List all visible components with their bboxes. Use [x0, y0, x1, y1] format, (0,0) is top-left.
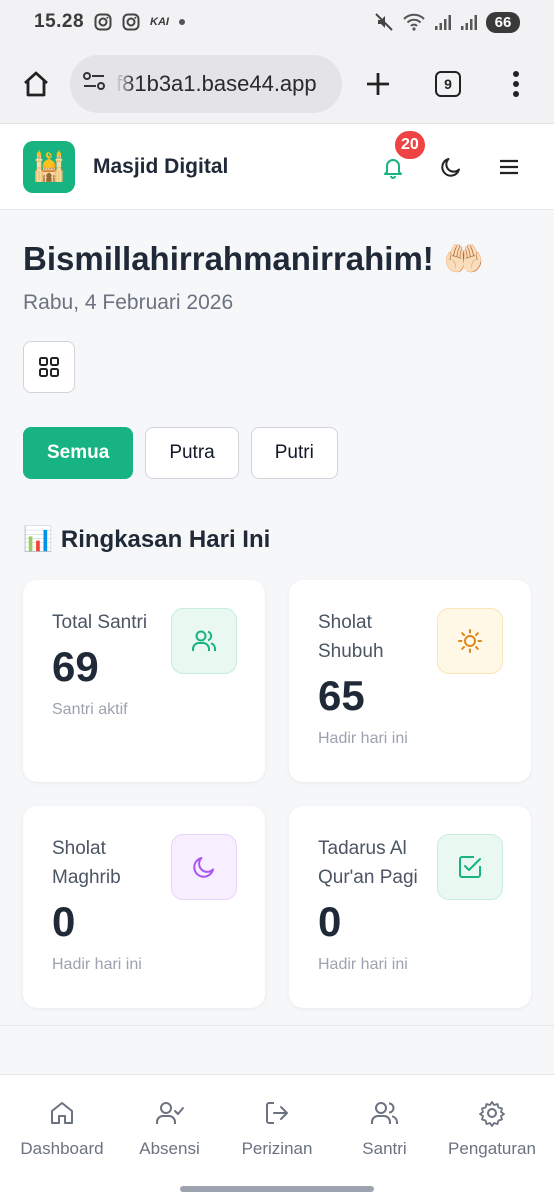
filter-semua-button[interactable]: Semua — [23, 427, 134, 479]
home-button[interactable] — [14, 62, 58, 106]
logout-icon — [263, 1095, 291, 1131]
browser-toolbar: f81b3a1.base44.app 9 — [0, 44, 554, 124]
checkbox-icon — [437, 834, 503, 900]
signal-icon — [460, 13, 478, 31]
users-icon — [370, 1095, 400, 1131]
new-tab-button[interactable] — [356, 62, 400, 106]
section-title: 📊 Ringkasan Hari Ini — [23, 525, 531, 554]
grid-view-button[interactable] — [23, 341, 75, 393]
gender-filter: Semua Putra Putri — [23, 427, 531, 479]
app-header: 🕌 Masjid Digital 20 — [0, 124, 554, 210]
signal-icon — [434, 13, 452, 31]
moon-icon — [171, 834, 237, 900]
nav-label: Perizinan — [241, 1139, 313, 1158]
stat-subtitle: Hadir hari ini — [52, 956, 142, 973]
filter-putri-button[interactable]: Putri — [250, 427, 338, 479]
wifi-icon — [402, 12, 426, 32]
stat-card-tadarus[interactable]: Tadarus Al Qur'an Pagi 0 Hadir hari ini — [289, 806, 531, 1008]
users-icon — [171, 608, 237, 674]
home-icon — [24, 71, 48, 96]
notifications-button[interactable]: 20 — [371, 128, 427, 189]
sun-icon — [437, 608, 503, 674]
bar-chart-icon: 📊 — [23, 526, 53, 553]
stat-card-sholat-shubuh[interactable]: Sholat Shubuh 65 Hadir hari ini — [289, 580, 531, 782]
instagram-icon — [94, 13, 112, 31]
tab-count: 9 — [435, 70, 461, 97]
url-text: f81b3a1.base44.app — [116, 70, 317, 96]
filter-putra-button[interactable]: Putra — [145, 427, 239, 479]
current-date: Rabu, 4 Februari 2026 — [23, 291, 234, 314]
instagram-icon — [122, 13, 140, 31]
stat-subtitle: Santri aktif — [52, 701, 128, 718]
nav-label: Absensi — [139, 1139, 200, 1158]
notification-dot-icon — [179, 19, 185, 25]
more-vertical-icon — [513, 70, 519, 97]
nav-item-santri[interactable]: Santri — [333, 1095, 437, 1200]
stat-card-total-santri[interactable]: Total Santri 69 Santri aktif — [23, 580, 265, 782]
main-content: Bismillahirrahmanirrahim! 🤲🏻 Rabu, 4 Feb… — [0, 210, 554, 1025]
app-title: Masjid Digital — [93, 154, 229, 178]
address-bar[interactable]: f81b3a1.base44.app — [70, 54, 342, 113]
nav-item-absensi[interactable]: Absensi — [118, 1095, 222, 1200]
gear-icon — [478, 1095, 506, 1131]
mute-icon — [374, 12, 394, 32]
nav-label: Dashboard — [20, 1139, 104, 1158]
stat-value: 0 — [52, 898, 76, 945]
divider — [0, 1025, 554, 1026]
section-title-text: Ringkasan Hari Ini — [60, 525, 271, 553]
user-check-icon — [155, 1095, 185, 1131]
bottom-navigation: Dashboard Absensi Perizinan Santri Penga… — [0, 1074, 554, 1200]
gesture-home-indicator[interactable] — [180, 1186, 374, 1192]
greeting-heading: Bismillahirrahmanirrahim! 🤲🏻 — [23, 240, 485, 277]
nav-item-perizinan[interactable]: Perizinan — [225, 1095, 329, 1200]
menu-icon — [500, 159, 518, 174]
grid-icon — [39, 357, 59, 377]
mosque-icon: 🕌 — [31, 151, 67, 182]
stat-label: Total Santri — [52, 612, 148, 633]
summary-cards: Total Santri 69 Santri aktif Sholat Shub… — [23, 580, 531, 1008]
stat-label: Sholat Shubuh — [318, 612, 384, 662]
stat-label: Sholat Maghrib — [52, 838, 121, 888]
browser-menu-button[interactable] — [494, 62, 538, 106]
stat-subtitle: Hadir hari ini — [318, 730, 408, 747]
stat-value: 65 — [318, 672, 365, 719]
site-settings-icon[interactable] — [82, 70, 106, 97]
notification-badge: 20 — [393, 128, 427, 161]
app-logo[interactable]: 🕌 — [23, 140, 75, 193]
nav-item-pengaturan[interactable]: Pengaturan — [440, 1095, 544, 1200]
nav-item-dashboard[interactable]: Dashboard — [10, 1095, 114, 1200]
nav-label: Santri — [362, 1139, 407, 1158]
stat-value: 0 — [318, 898, 342, 945]
tab-switcher-button[interactable]: 9 — [426, 62, 470, 106]
dark-mode-toggle[interactable] — [429, 145, 473, 189]
stat-subtitle: Hadir hari ini — [318, 956, 408, 973]
stat-label: Tadarus Al Qur'an Pagi — [318, 838, 418, 888]
hamburger-menu-button[interactable] — [487, 145, 531, 189]
carrier-badge: KAI — [150, 16, 169, 28]
battery-indicator: 66 — [486, 11, 520, 33]
home-icon — [48, 1095, 76, 1131]
moon-icon — [441, 157, 460, 177]
nav-label: Pengaturan — [448, 1139, 536, 1158]
plus-icon — [367, 72, 389, 95]
status-time: 15.28 — [34, 11, 85, 32]
stat-card-sholat-maghrib[interactable]: Sholat Maghrib 0 Hadir hari ini — [23, 806, 265, 1008]
status-bar: 15.28 KAI 66 — [0, 0, 554, 44]
